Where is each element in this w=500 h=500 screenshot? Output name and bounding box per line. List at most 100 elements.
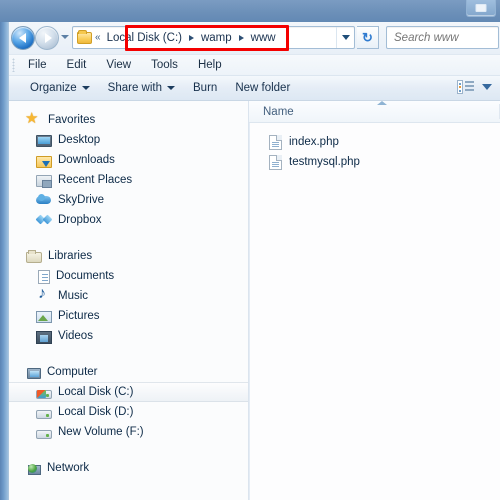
breadcrumb-separator-icon[interactable] (188, 34, 194, 41)
view-dot (459, 82, 461, 85)
sidebar-item-label: Music (58, 290, 89, 302)
sidebar-item-dropbox[interactable]: Dropbox (9, 210, 248, 230)
address-dropdown-button[interactable] (336, 27, 354, 48)
drive-icon (36, 409, 52, 419)
sidebar-item-pictures[interactable]: Pictures (9, 306, 248, 326)
libraries-icon (26, 250, 42, 263)
nav-group-network: Network (9, 458, 248, 478)
menu-item-edit[interactable]: Edit (58, 57, 96, 73)
explorer-body: Favorites Desktop Downloads Recent Place… (9, 101, 500, 500)
title-bar[interactable] (0, 0, 500, 22)
sidebar-item-label: Documents (56, 270, 115, 282)
file-list: index.php testmysql.php (249, 123, 500, 172)
sidebar-item-label: Favorites (48, 114, 96, 126)
sidebar-item-label: Recent Places (58, 174, 133, 186)
sidebar-item-label: Pictures (58, 310, 100, 322)
sidebar-item-computer[interactable]: Computer (9, 362, 248, 382)
new-folder-label: New folder (235, 82, 291, 94)
sidebar-item-favorites[interactable]: Favorites (9, 109, 248, 130)
menu-item-view[interactable]: View (97, 57, 140, 73)
sidebar-item-skydrive[interactable]: SkyDrive (9, 190, 248, 210)
file-list-item[interactable]: index.php (249, 132, 500, 152)
sidebar-item-local-disk-d[interactable]: Local Disk (D:) (9, 402, 248, 422)
explorer-window: « Local Disk (C:) wamp www ↻ Search www … (0, 0, 500, 500)
file-list-item[interactable]: testmysql.php (249, 152, 500, 172)
folder-icon (77, 29, 92, 44)
refresh-button[interactable]: ↻ (357, 26, 379, 49)
address-bar[interactable]: « Local Disk (C:) wamp www (72, 26, 355, 49)
sidebar-item-label: Dropbox (58, 214, 102, 226)
downloads-icon (36, 155, 52, 168)
recent-places-icon (36, 175, 52, 188)
sidebar-item-label: Network (47, 462, 90, 474)
php-file-icon (269, 134, 282, 150)
forward-button[interactable] (35, 26, 59, 50)
videos-icon (36, 330, 52, 344)
chevron-down-icon (167, 86, 176, 90)
sidebar-item-music[interactable]: Music (9, 285, 248, 306)
menu-item-file[interactable]: File (19, 57, 56, 73)
new-folder-button[interactable]: New folder (226, 79, 299, 97)
chevron-down-icon (81, 86, 90, 90)
command-bar: Organize Share with Burn New folder (9, 75, 500, 101)
view-pane-icon (457, 80, 463, 94)
minimize-button[interactable] (466, 0, 496, 17)
system-drive-icon (36, 389, 52, 399)
back-arrow-icon (18, 33, 26, 43)
window-client-area: « Local Disk (C:) wamp www ↻ Search www … (8, 22, 500, 500)
share-with-button[interactable]: Share with (99, 79, 184, 97)
documents-icon (38, 269, 50, 284)
sidebar-item-label: Downloads (58, 154, 115, 166)
sidebar-item-label: Local Disk (D:) (58, 406, 134, 418)
sort-ascending-icon (377, 101, 387, 105)
view-dot (459, 86, 461, 88)
sidebar-item-desktop[interactable]: Desktop (9, 130, 248, 150)
nav-group-favorites: Favorites Desktop Downloads Recent Place… (9, 109, 248, 230)
breadcrumb-item-1[interactable]: wamp (199, 31, 234, 45)
chevron-down-icon (341, 35, 350, 40)
search-box[interactable] (386, 26, 499, 49)
search-input[interactable] (387, 31, 498, 44)
sidebar-item-label: Libraries (48, 250, 93, 262)
breadcrumb-item-0[interactable]: Local Disk (C:) (105, 31, 184, 45)
menu-item-help[interactable]: Help (189, 57, 231, 73)
minimize-icon (475, 4, 487, 12)
change-view-icon[interactable] (457, 80, 474, 94)
computer-icon (27, 367, 41, 379)
organize-label: Organize (30, 82, 77, 94)
view-line (465, 85, 474, 87)
sidebar-item-local-disk-c[interactable]: Local Disk (C:) (9, 382, 248, 402)
menu-item-tools[interactable]: Tools (142, 57, 187, 73)
address-bar-row: « Local Disk (C:) wamp www ↻ (9, 22, 500, 54)
breadcrumb-separator-icon[interactable] (238, 34, 244, 41)
sidebar-item-recent-places[interactable]: Recent Places (9, 170, 248, 190)
star-icon (25, 109, 42, 128)
column-header-name[interactable]: Name (249, 106, 294, 118)
view-line (465, 81, 474, 83)
burn-button[interactable]: Burn (184, 79, 226, 97)
recent-pages-chevron-down-icon[interactable] (61, 35, 69, 39)
breadcrumb-overflow-icon[interactable]: « (95, 32, 100, 43)
sidebar-item-label: Computer (47, 366, 98, 378)
sidebar-item-new-volume-f[interactable]: New Volume (F:) (9, 422, 248, 442)
organize-button[interactable]: Organize (21, 79, 99, 97)
navigation-pane[interactable]: Favorites Desktop Downloads Recent Place… (9, 101, 249, 500)
nav-group-computer: Computer Local Disk (C:) Local Disk (D:)… (9, 362, 248, 442)
breadcrumb-item-2[interactable]: www (249, 31, 278, 45)
sidebar-item-videos[interactable]: Videos (9, 326, 248, 346)
back-button[interactable] (11, 26, 35, 50)
sidebar-item-network[interactable]: Network (9, 458, 248, 478)
menu-grip-icon (12, 58, 15, 72)
file-list-pane[interactable]: Name index.php testmysql.php (249, 101, 500, 500)
sidebar-item-label: Local Disk (C:) (58, 386, 134, 398)
sidebar-item-downloads[interactable]: Downloads (9, 150, 248, 170)
view-controls (457, 80, 492, 94)
sidebar-item-documents[interactable]: Documents (9, 266, 248, 286)
view-chevron-down-icon[interactable] (482, 84, 492, 90)
sidebar-item-libraries[interactable]: Libraries (9, 246, 248, 266)
skydrive-icon (36, 192, 52, 208)
php-file-icon (269, 154, 282, 170)
